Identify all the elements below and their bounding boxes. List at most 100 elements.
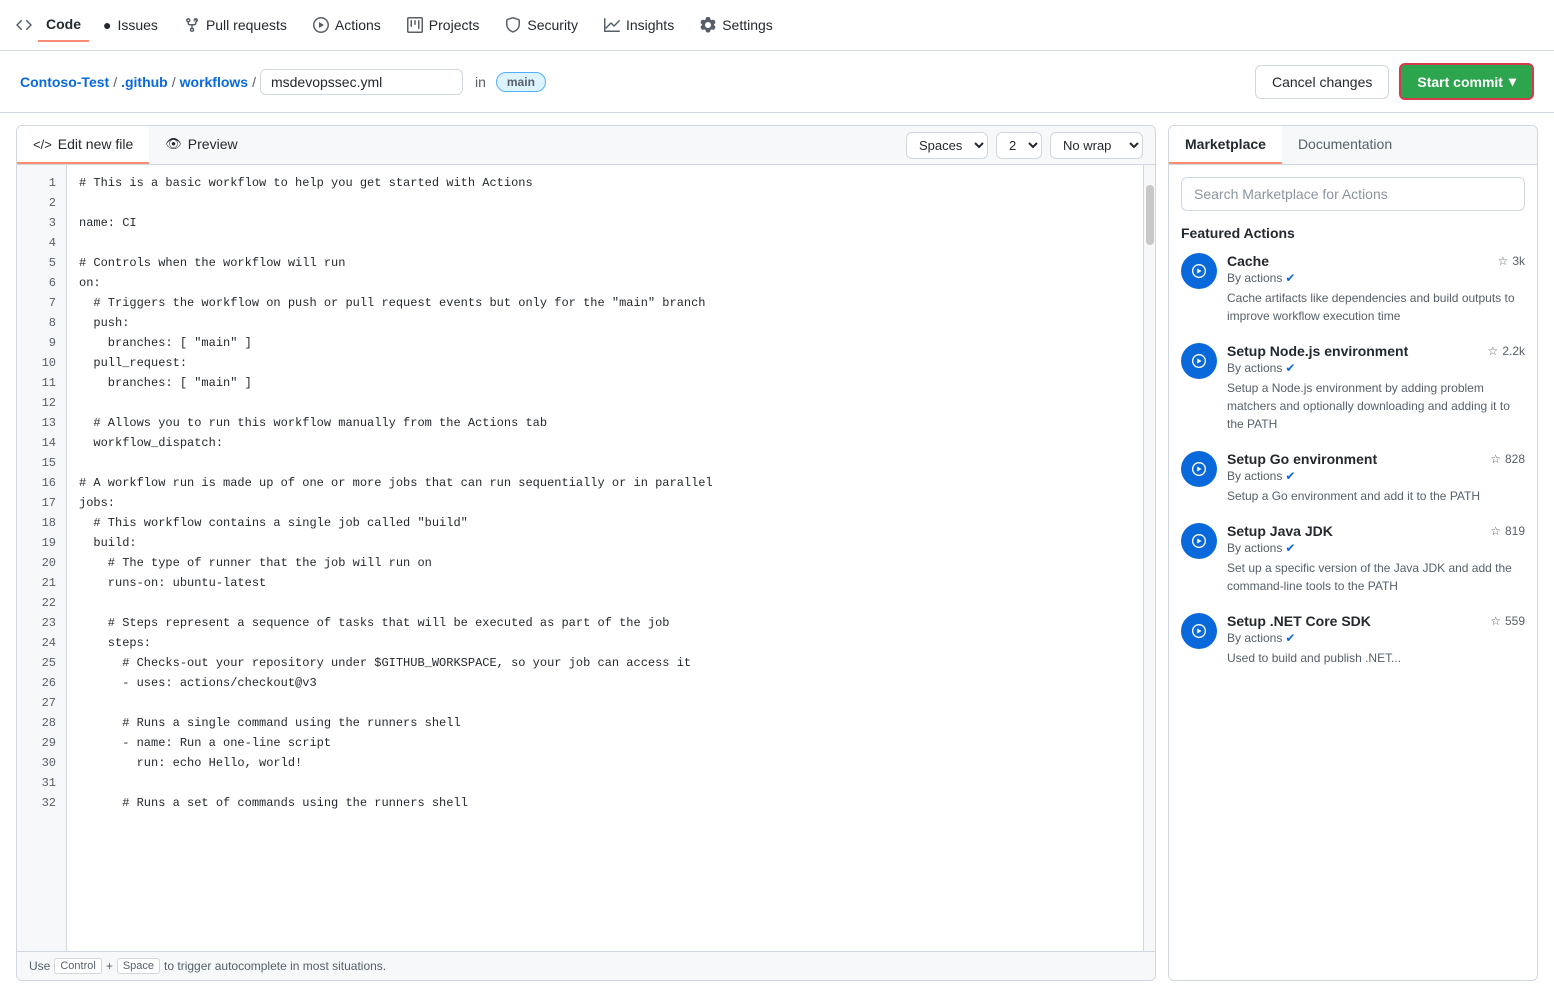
- action-header-nodejs: Setup Node.js environment ☆ 2.2k: [1227, 343, 1525, 359]
- spaces-select[interactable]: Spaces Tabs: [906, 132, 988, 159]
- in-label: in: [475, 74, 486, 90]
- action-item-nodejs: Setup Node.js environment ☆ 2.2k By acti…: [1181, 343, 1525, 433]
- nav-actions[interactable]: Actions: [301, 9, 393, 41]
- action-icon-nodejs: [1181, 343, 1217, 379]
- nav-pullrequests[interactable]: Pull requests: [172, 9, 299, 41]
- action-desc-cache: Cache artifacts like dependencies and bu…: [1227, 289, 1525, 325]
- action-by-java: By actions ✔: [1227, 541, 1525, 555]
- play-icon-go: [1192, 462, 1206, 476]
- action-name-dotnet[interactable]: Setup .NET Core SDK: [1227, 613, 1371, 629]
- breadcrumb-sep2: /: [172, 74, 176, 90]
- cancel-changes-button[interactable]: Cancel changes: [1255, 65, 1389, 99]
- verified-icon-nodejs: ✔: [1285, 361, 1295, 375]
- action-desc-java: Set up a specific version of the Java JD…: [1227, 559, 1525, 595]
- verified-icon-java: ✔: [1285, 541, 1295, 555]
- action-name-go[interactable]: Setup Go environment: [1227, 451, 1377, 467]
- verified-icon-go: ✔: [1285, 469, 1295, 483]
- breadcrumb-dir2[interactable]: workflows: [180, 74, 248, 90]
- play-icon-java: [1192, 534, 1206, 548]
- star-icon-go: ☆: [1490, 452, 1501, 466]
- star-icon-nodejs: ☆: [1488, 344, 1499, 358]
- action-item-cache: Cache ☆ 3k By actions ✔ Cache artifacts …: [1181, 253, 1525, 325]
- tab-documentation[interactable]: Documentation: [1282, 126, 1408, 164]
- action-star-dotnet: ☆ 559: [1490, 614, 1525, 628]
- breadcrumb-bar: Contoso-Test / .github / workflows / in …: [0, 51, 1554, 113]
- footer-plus: +: [106, 959, 113, 973]
- top-nav: Code ● Issues Pull requests Actions Proj…: [0, 0, 1554, 51]
- action-icon-java: [1181, 523, 1217, 559]
- action-star-nodejs: ☆ 2.2k: [1488, 344, 1525, 358]
- action-star-cache: ☆ 3k: [1498, 254, 1525, 268]
- tab-edit[interactable]: </> Edit new file: [17, 126, 149, 164]
- action-by-nodejs: By actions ✔: [1227, 361, 1525, 375]
- commit-dropdown-icon: ▾: [1509, 73, 1516, 90]
- nav-projects[interactable]: Projects: [395, 9, 492, 41]
- action-item-go: Setup Go environment ☆ 828 By actions ✔ …: [1181, 451, 1525, 505]
- footer-suffix: to trigger autocomplete in most situatio…: [164, 959, 386, 973]
- security-icon: [505, 17, 521, 33]
- indent-select[interactable]: 2 4: [996, 132, 1042, 159]
- nav-settings[interactable]: Settings: [688, 9, 785, 41]
- breadcrumb-sep1: /: [113, 74, 117, 90]
- scrollbar-thumb[interactable]: [1146, 185, 1154, 245]
- editor-body: 1234567891011121314151617181920212223242…: [17, 165, 1155, 951]
- action-star-java: ☆ 819: [1490, 524, 1525, 538]
- action-details-nodejs: Setup Node.js environment ☆ 2.2k By acti…: [1227, 343, 1525, 433]
- action-details-cache: Cache ☆ 3k By actions ✔ Cache artifacts …: [1227, 253, 1525, 325]
- action-item-dotnet: Setup .NET Core SDK ☆ 559 By actions ✔ U…: [1181, 613, 1525, 667]
- nav-insights[interactable]: Insights: [592, 9, 686, 41]
- tab-preview[interactable]: 👁 Preview: [149, 126, 253, 164]
- editor-footer: Use Control + Space to trigger autocompl…: [17, 951, 1155, 980]
- issues-icon: ●: [103, 17, 111, 33]
- action-header-go: Setup Go environment ☆ 828: [1227, 451, 1525, 467]
- sidebar-content: Featured Actions Cache ☆ 3k By actions ✔: [1169, 165, 1537, 980]
- line-numbers: 1234567891011121314151617181920212223242…: [17, 165, 67, 951]
- sidebar-tabs: Marketplace Documentation: [1169, 126, 1537, 165]
- tab-marketplace[interactable]: Marketplace: [1169, 126, 1282, 164]
- scrollbar[interactable]: [1143, 165, 1155, 951]
- code-icon: [16, 17, 32, 33]
- nav-issues-label: Issues: [117, 17, 157, 33]
- tab-preview-label: Preview: [188, 136, 238, 152]
- play-icon-cache: [1192, 264, 1206, 278]
- branch-badge: main: [496, 72, 546, 92]
- nav-code[interactable]: Code: [38, 8, 89, 42]
- action-details-java: Setup Java JDK ☆ 819 By actions ✔ Set up…: [1227, 523, 1525, 595]
- nav-security[interactable]: Security: [493, 9, 590, 41]
- play-icon-nodejs: [1192, 354, 1206, 368]
- action-name-java[interactable]: Setup Java JDK: [1227, 523, 1333, 539]
- action-header-java: Setup Java JDK ☆ 819: [1227, 523, 1525, 539]
- breadcrumb-dir1[interactable]: .github: [121, 74, 168, 90]
- start-commit-button[interactable]: Start commit ▾: [1399, 63, 1534, 100]
- action-name-nodejs[interactable]: Setup Node.js environment: [1227, 343, 1408, 359]
- nav-actions-label: Actions: [335, 17, 381, 33]
- nav-security-label: Security: [527, 17, 578, 33]
- nav-pullrequests-label: Pull requests: [206, 17, 287, 33]
- sidebar-panel: Marketplace Documentation Featured Actio…: [1168, 125, 1538, 981]
- code-editor[interactable]: [67, 165, 1143, 951]
- action-header-cache: Cache ☆ 3k: [1227, 253, 1525, 269]
- nav-issues[interactable]: ● Issues: [91, 9, 170, 41]
- breadcrumb-actions: Cancel changes Start commit ▾: [1255, 63, 1534, 100]
- wrap-select[interactable]: No wrap Soft wrap: [1050, 132, 1143, 159]
- projects-icon: [407, 17, 423, 33]
- verified-icon-cache: ✔: [1285, 271, 1295, 285]
- filename-input[interactable]: [260, 69, 463, 95]
- start-commit-label: Start commit: [1417, 74, 1503, 90]
- nav-projects-label: Projects: [429, 17, 480, 33]
- main-content: </> Edit new file 👁 Preview Spaces Tabs …: [0, 113, 1554, 993]
- footer-use: Use: [29, 959, 50, 973]
- breadcrumb-repo[interactable]: Contoso-Test: [20, 74, 109, 90]
- action-icon-cache: [1181, 253, 1217, 289]
- insights-icon: [604, 17, 620, 33]
- action-name-cache[interactable]: Cache: [1227, 253, 1269, 269]
- nav-insights-label: Insights: [626, 17, 674, 33]
- marketplace-search[interactable]: [1181, 177, 1525, 211]
- editor-controls: Spaces Tabs 2 4 No wrap Soft wrap: [894, 132, 1155, 159]
- breadcrumb-sep3: /: [252, 74, 256, 90]
- featured-title: Featured Actions: [1181, 225, 1525, 241]
- pullrequest-icon: [184, 17, 200, 33]
- nav-code-label: Code: [46, 16, 81, 32]
- star-icon-java: ☆: [1490, 524, 1501, 538]
- verified-icon-dotnet: ✔: [1285, 631, 1295, 645]
